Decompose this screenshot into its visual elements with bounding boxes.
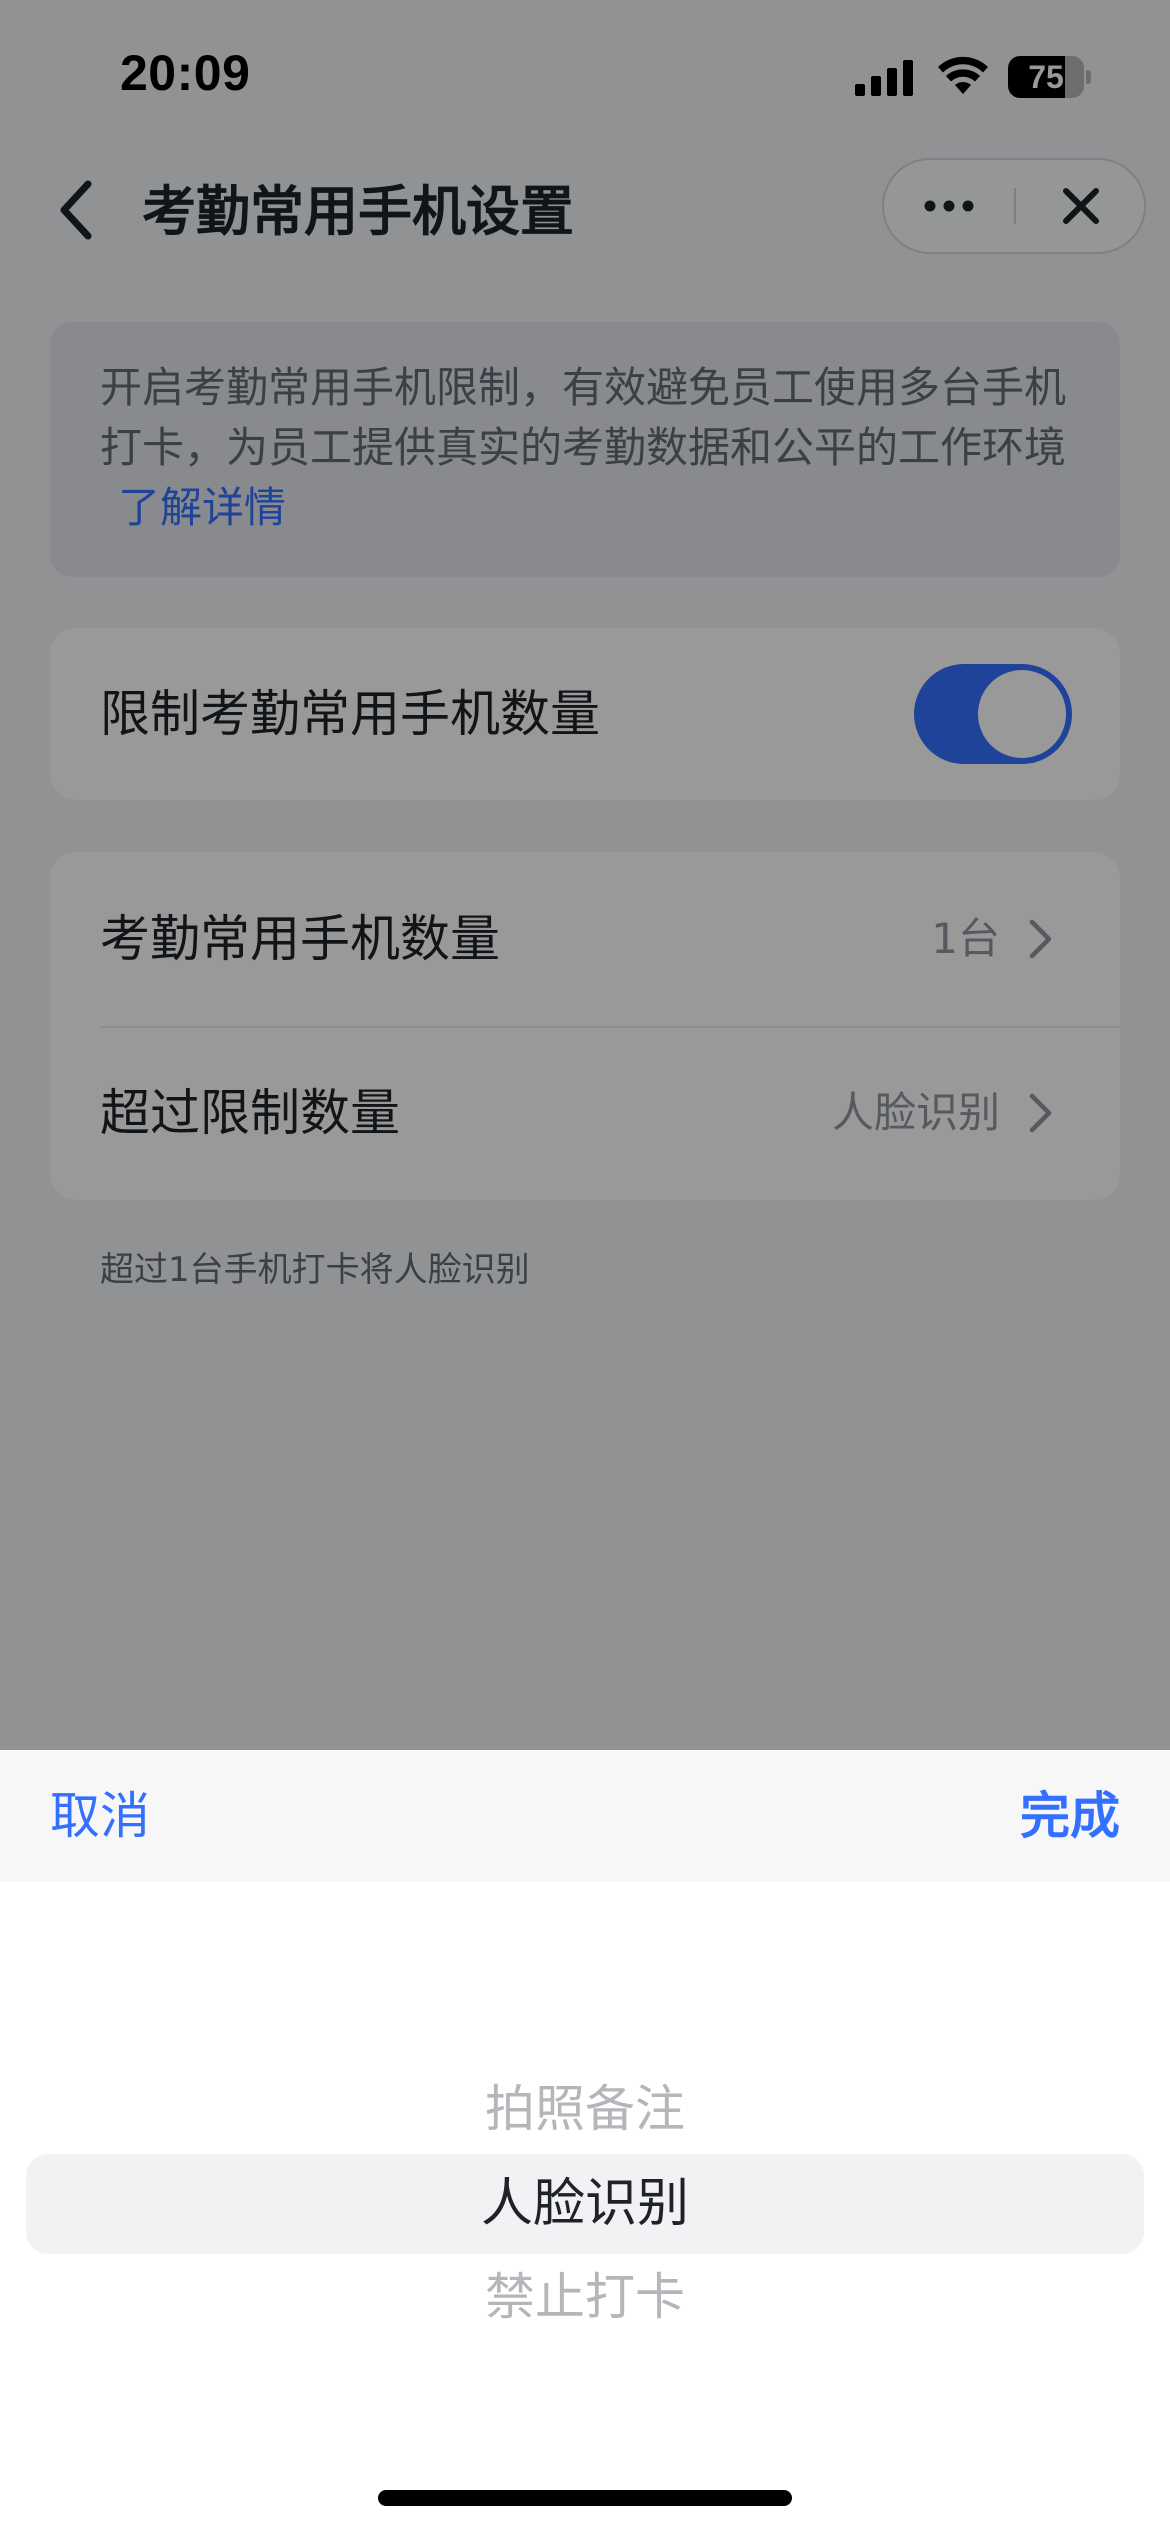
home-indicator [378,2490,792,2506]
picker-option[interactable]: 禁止打卡 [0,2250,1170,2344]
picker-option-selected[interactable]: 人脸识别 [0,2154,1170,2254]
picker-toolbar: 取消 完成 [0,1750,1170,1882]
picker-sheet: 取消 完成 拍照备注 人脸识别 禁止打卡 [0,1750,1170,2532]
cancel-button[interactable]: 取消 [50,1750,150,1882]
picker-option[interactable]: 拍照备注 [0,2062,1170,2156]
modal-backdrop[interactable] [0,0,1170,1750]
done-button[interactable]: 完成 [1020,1750,1120,1882]
picker-wheel[interactable]: 拍照备注 人脸识别 禁止打卡 [0,1882,1170,2532]
